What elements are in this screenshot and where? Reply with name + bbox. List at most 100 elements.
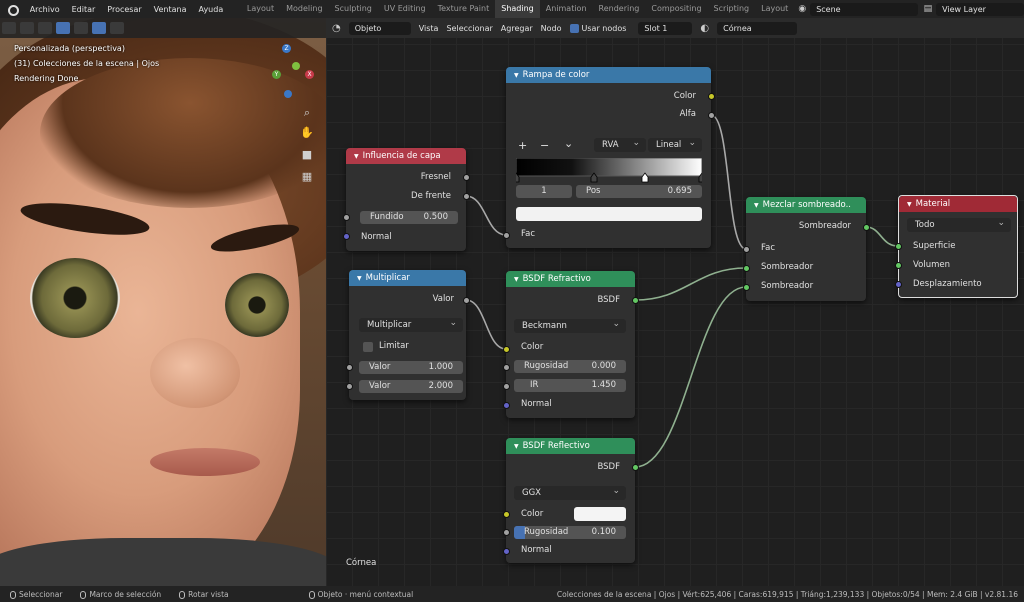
socket-volume-in[interactable] [895,262,902,269]
tab-compositing[interactable]: Compositing [645,0,707,18]
tab-layout[interactable]: Layout [241,0,280,18]
camera-icon[interactable]: ■ [300,148,314,162]
gizmo-neg-z[interactable] [284,90,292,98]
ramp-menu-button[interactable]: ⌄ [564,137,573,150]
remove-stop-button[interactable]: − [540,139,549,152]
stop-index-field[interactable]: 1 [516,185,572,198]
add-stop-button[interactable]: + [518,139,527,152]
socket-refraction-color-in[interactable] [503,346,510,353]
socket-fac-in[interactable] [503,232,510,239]
tab-sculpting[interactable]: Sculpting [329,0,378,18]
collapse-arrow-icon[interactable]: ▼ [514,276,519,283]
menu-editar[interactable]: Editar [66,5,102,14]
refraction-roughness-field[interactable]: Rugosidad 0.000 [514,360,626,373]
socket-normal-in[interactable] [343,233,350,240]
scene-field[interactable]: Scene [810,2,918,16]
glossy-color-swatch[interactable] [574,507,626,521]
ior-field[interactable]: IR 1.450 [514,379,626,392]
socket-blend-in[interactable] [343,214,350,221]
socket-facing-out[interactable] [463,193,470,200]
tab-rendering[interactable]: Rendering [593,0,646,18]
menu-procesar[interactable]: Procesar [101,5,147,14]
collapse-arrow-icon[interactable]: ▼ [357,275,362,282]
tab-scripting[interactable]: Scripting [708,0,756,18]
socket-alpha-out[interactable] [708,112,715,119]
socket-glossy-normal-in[interactable] [503,548,510,555]
gizmo-z-axis[interactable]: Z [282,44,291,53]
viewport-menu-icon[interactable] [110,22,124,34]
menu-archivo[interactable]: Archivo [24,5,66,14]
socket-refraction-normal-in[interactable] [503,402,510,409]
value2-field[interactable]: Valor 2.000 [359,380,463,393]
glossy-roughness-field[interactable]: Rugosidad 0.100 [514,526,626,539]
glossy-distribution-dropdown[interactable]: GGX [514,484,626,500]
menu-ayuda[interactable]: Ayuda [193,5,230,14]
gizmo-x-axis[interactable]: X [305,70,314,79]
blend-field[interactable]: Fundido 0.500 [360,211,458,224]
stop-position-field[interactable]: Pos 0.695 [576,185,702,198]
socket-mix-shader-out[interactable] [863,224,870,231]
glossy-bsdf-node[interactable]: ▼BSDF Reflectivo BSDF GGX Color Rugosida… [506,438,635,563]
socket-mix-fac-in[interactable] [743,246,750,253]
color-ramp-node[interactable]: ▼Rampa de color Color Alfa + − ⌄ RVA Lin… [506,67,711,248]
tab-modeling[interactable]: Modeling [280,0,328,18]
gizmo-toggle-icon[interactable] [56,22,70,34]
output-target-dropdown[interactable]: Todo [907,216,1011,232]
zoom-icon[interactable]: ⌕ [300,106,314,120]
math-operation-dropdown[interactable]: Multiplicar [359,316,463,332]
refraction-distribution-dropdown[interactable]: Beckmann [514,317,626,333]
interpolation-dropdown[interactable]: Lineal [648,136,702,152]
collapse-arrow-icon[interactable]: ▼ [754,202,759,209]
socket-glossy-color-in[interactable] [503,511,510,518]
multiply-math-node[interactable]: ▼Multiplicar Valor Multiplicar Limitar V… [349,270,466,400]
rendered-mode-icon[interactable] [92,22,106,34]
tab-uv-editing[interactable]: UV Editing [378,0,432,18]
input-surface-label: Superficie [913,241,956,251]
shader-node-editor[interactable]: ◔ Objeto Vista Seleccionar Agregar Nodo … [326,18,1024,586]
gizmo-neg-y[interactable] [292,62,300,70]
socket-ior-in[interactable] [503,383,510,390]
hand-pan-icon[interactable]: ✋ [300,126,314,140]
socket-mix-shader2-in[interactable] [743,284,750,291]
xray-icon[interactable] [74,22,88,34]
menu-ventana[interactable]: Ventana [148,5,193,14]
grid-icon[interactable]: ▦ [300,170,314,184]
stop-color-swatch[interactable] [516,207,702,221]
tab-texture-paint[interactable]: Texture Paint [432,0,496,18]
socket-fresnel-out[interactable] [463,174,470,181]
material-output-node[interactable]: ▼Material Todo Superficie Volumen Despla… [898,195,1018,298]
tab-animation[interactable]: Animation [540,0,593,18]
collapse-arrow-icon[interactable]: ▼ [907,201,912,208]
refraction-bsdf-node[interactable]: ▼BSDF Refractivo BSDF Beckmann Color Rug… [506,271,635,418]
socket-color-out[interactable] [708,93,715,100]
socket-surface-in[interactable] [895,243,902,250]
output-bsdf-label: BSDF [597,295,620,305]
clamp-checkbox[interactable] [363,342,373,352]
collapse-arrow-icon[interactable]: ▼ [354,153,359,160]
socket-glossy-bsdf-out[interactable] [632,464,639,471]
view-layer-field[interactable]: View Layer [936,2,1024,16]
layer-weight-node[interactable]: ▼ Influencia de capa Fresnel De frente Fu… [346,148,466,251]
link-icon[interactable] [2,22,16,34]
color-mode-dropdown[interactable]: RVA [594,136,646,152]
blender-logo-icon[interactable] [6,3,19,16]
color-ramp-gradient[interactable] [516,158,702,184]
shading-solid-icon[interactable] [20,22,34,34]
3d-viewport[interactable]: Personalizada (perspectiva) (31) Colecci… [0,18,326,586]
socket-value2-in[interactable] [346,383,353,390]
collapse-arrow-icon[interactable]: ▼ [514,72,519,79]
value1-field[interactable]: Valor 1.000 [359,361,463,374]
socket-refraction-bsdf-out[interactable] [632,297,639,304]
socket-mix-shader1-in[interactable] [743,265,750,272]
socket-glossy-roughness-in[interactable] [503,529,510,536]
tab-layout-2[interactable]: Layout [755,0,794,18]
collapse-arrow-icon[interactable]: ▼ [514,443,519,450]
socket-displacement-in[interactable] [895,281,902,288]
tab-shading[interactable]: Shading [495,0,540,18]
socket-value1-in[interactable] [346,364,353,371]
overlay-icon[interactable] [38,22,52,34]
socket-value-out[interactable] [463,297,470,304]
mix-shader-node[interactable]: ▼ Mezclar sombreado.. Sombreador Fac Somb… [746,197,866,301]
socket-refraction-roughness-in[interactable] [503,364,510,371]
gizmo-y-axis[interactable]: Y [272,70,281,79]
